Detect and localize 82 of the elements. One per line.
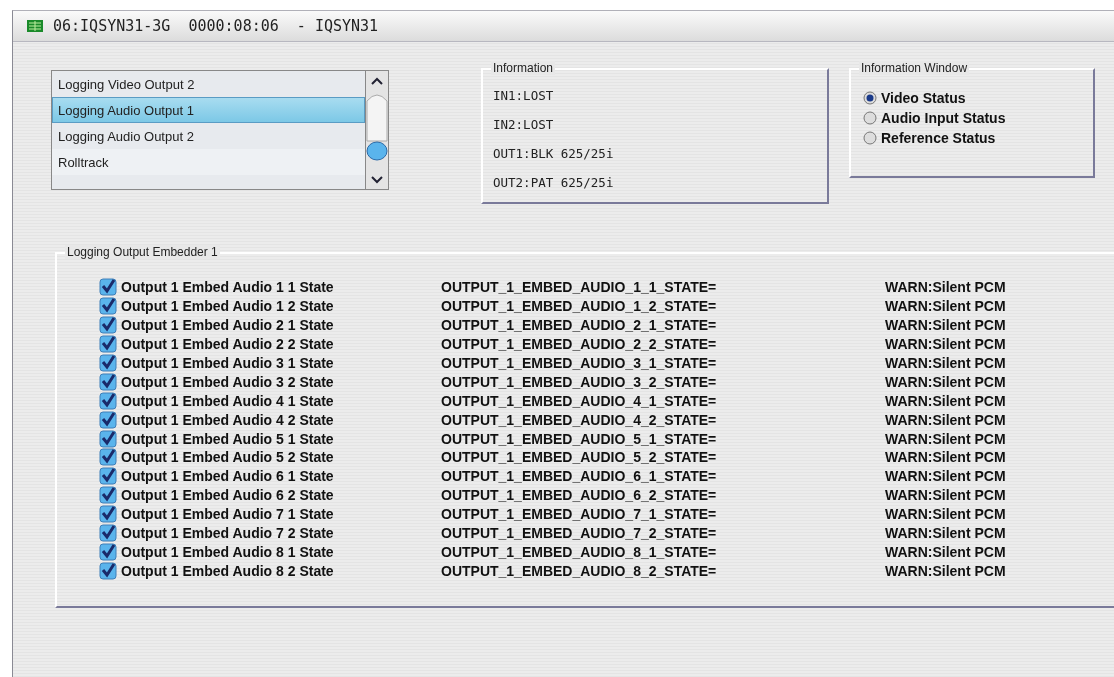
group-title: Information Window — [859, 61, 970, 75]
row-label: Output 1 Embed Audio 6 1 State — [121, 468, 334, 485]
checkbox[interactable] — [99, 297, 117, 316]
row-label: Output 1 Embed Audio 1 1 State — [121, 279, 334, 296]
row-label: Output 1 Embed Audio 8 1 State — [121, 543, 334, 560]
card-icon — [27, 20, 43, 32]
info-line: OUT2:PAT 625/25i — [493, 175, 615, 190]
row-label: Output 1 Embed Audio 2 1 State — [121, 317, 334, 334]
row-label: Output 1 Embed Audio 2 2 State — [121, 336, 334, 353]
checkbox[interactable] — [99, 316, 117, 335]
state-value: WARN:Silent PCM — [885, 411, 1006, 428]
state-key: OUTPUT_1_EMBED_AUDIO_4_2_STATE= — [441, 411, 885, 428]
info-line: IN2:LOST — [493, 117, 555, 132]
row-label: Output 1 Embed Audio 4 1 State — [121, 392, 334, 409]
checkbox[interactable] — [99, 429, 117, 448]
checkbox[interactable] — [99, 410, 117, 429]
checkbox[interactable] — [99, 354, 117, 372]
checkbox[interactable] — [99, 391, 117, 410]
radio-button[interactable] — [863, 91, 877, 105]
state-value: WARN:Silent PCM — [885, 562, 1006, 579]
row-label: Output 1 Embed Audio 7 1 State — [121, 506, 334, 523]
state-key: OUTPUT_1_EMBED_AUDIO_7_1_STATE= — [441, 506, 885, 523]
checkbox[interactable] — [99, 372, 117, 391]
state-key: OUTPUT_1_EMBED_AUDIO_1_1_STATE= — [441, 279, 885, 296]
row-label: Output 1 Embed Audio 6 2 State — [121, 487, 334, 504]
list-item[interactable]: Logging Audio Output 1 — [52, 97, 365, 123]
radio-label[interactable]: Video Status — [881, 90, 966, 106]
state-key: OUTPUT_1_EMBED_AUDIO_3_2_STATE= — [441, 373, 885, 390]
checkbox[interactable] — [99, 524, 117, 542]
checkbox[interactable] — [99, 505, 117, 524]
state-key: OUTPUT_1_EMBED_AUDIO_5_1_STATE= — [441, 430, 885, 447]
state-value: WARN:Silent PCM — [885, 430, 1006, 447]
state-value: WARN:Silent PCM — [885, 298, 1006, 315]
state-value: WARN:Silent PCM — [885, 317, 1006, 334]
checkbox[interactable] — [99, 542, 117, 561]
info-line: OUT1:BLK 625/25i — [493, 146, 615, 161]
state-value: WARN:Silent PCM — [885, 392, 1006, 409]
row-label: Output 1 Embed Audio 7 2 State — [121, 525, 334, 541]
checkbox[interactable] — [99, 486, 117, 505]
list-item[interactable]: Rolltrack — [52, 149, 365, 175]
state-value: WARN:Silent PCM — [885, 373, 1006, 390]
state-value: WARN:Silent PCM — [885, 279, 1006, 296]
state-value: WARN:Silent PCM — [885, 543, 1006, 560]
state-key: OUTPUT_1_EMBED_AUDIO_3_1_STATE= — [441, 355, 885, 371]
checkbox[interactable] — [99, 278, 117, 297]
state-key: OUTPUT_1_EMBED_AUDIO_8_2_STATE= — [441, 562, 885, 579]
checkbox[interactable] — [99, 561, 117, 580]
state-value: WARN:Silent PCM — [885, 506, 1006, 523]
state-key: OUTPUT_1_EMBED_AUDIO_6_2_STATE= — [441, 487, 885, 504]
state-value: WARN:Silent PCM — [885, 355, 1006, 371]
scrollbar[interactable] — [365, 71, 388, 189]
group-title: Information — [491, 61, 556, 75]
state-value: WARN:Silent PCM — [885, 525, 1006, 541]
state-key: OUTPUT_1_EMBED_AUDIO_7_2_STATE= — [441, 525, 885, 541]
row-label: Output 1 Embed Audio 3 2 State — [121, 373, 334, 390]
state-value: WARN:Silent PCM — [885, 468, 1006, 485]
state-key: OUTPUT_1_EMBED_AUDIO_4_1_STATE= — [441, 392, 885, 409]
checkbox[interactable] — [99, 448, 117, 467]
row-label: Output 1 Embed Audio 3 1 State — [121, 355, 334, 371]
window-title: 06:IQSYN31-3G 0000:08:06 - IQSYN31 — [53, 17, 379, 35]
row-label: Output 1 Embed Audio 5 2 State — [121, 449, 334, 466]
row-label: Output 1 Embed Audio 5 1 State — [121, 430, 334, 447]
state-key: OUTPUT_1_EMBED_AUDIO_1_2_STATE= — [441, 298, 885, 315]
state-key: OUTPUT_1_EMBED_AUDIO_6_1_STATE= — [441, 468, 885, 485]
radio-button[interactable] — [863, 111, 877, 125]
info-line: IN1:LOST — [493, 88, 555, 103]
state-key: OUTPUT_1_EMBED_AUDIO_2_2_STATE= — [441, 336, 885, 353]
state-value: WARN:Silent PCM — [885, 336, 1006, 353]
checkbox[interactable] — [99, 467, 117, 486]
row-label: Output 1 Embed Audio 8 2 State — [121, 562, 334, 579]
state-key: OUTPUT_1_EMBED_AUDIO_2_1_STATE= — [441, 317, 885, 334]
state-key: OUTPUT_1_EMBED_AUDIO_8_1_STATE= — [441, 543, 885, 560]
row-label: Output 1 Embed Audio 4 2 State — [121, 411, 334, 428]
radio-label[interactable]: Reference Status — [881, 130, 996, 146]
row-label: Output 1 Embed Audio 1 2 State — [121, 298, 334, 315]
state-key: OUTPUT_1_EMBED_AUDIO_5_2_STATE= — [441, 449, 885, 466]
checkbox[interactable] — [99, 335, 117, 354]
radio-button[interactable] — [863, 131, 877, 145]
radio-label[interactable]: Audio Input Status — [881, 110, 1006, 126]
state-value: WARN:Silent PCM — [885, 449, 1006, 466]
group-title: Logging Output Embedder 1 — [65, 245, 220, 259]
state-value: WARN:Silent PCM — [885, 487, 1006, 504]
